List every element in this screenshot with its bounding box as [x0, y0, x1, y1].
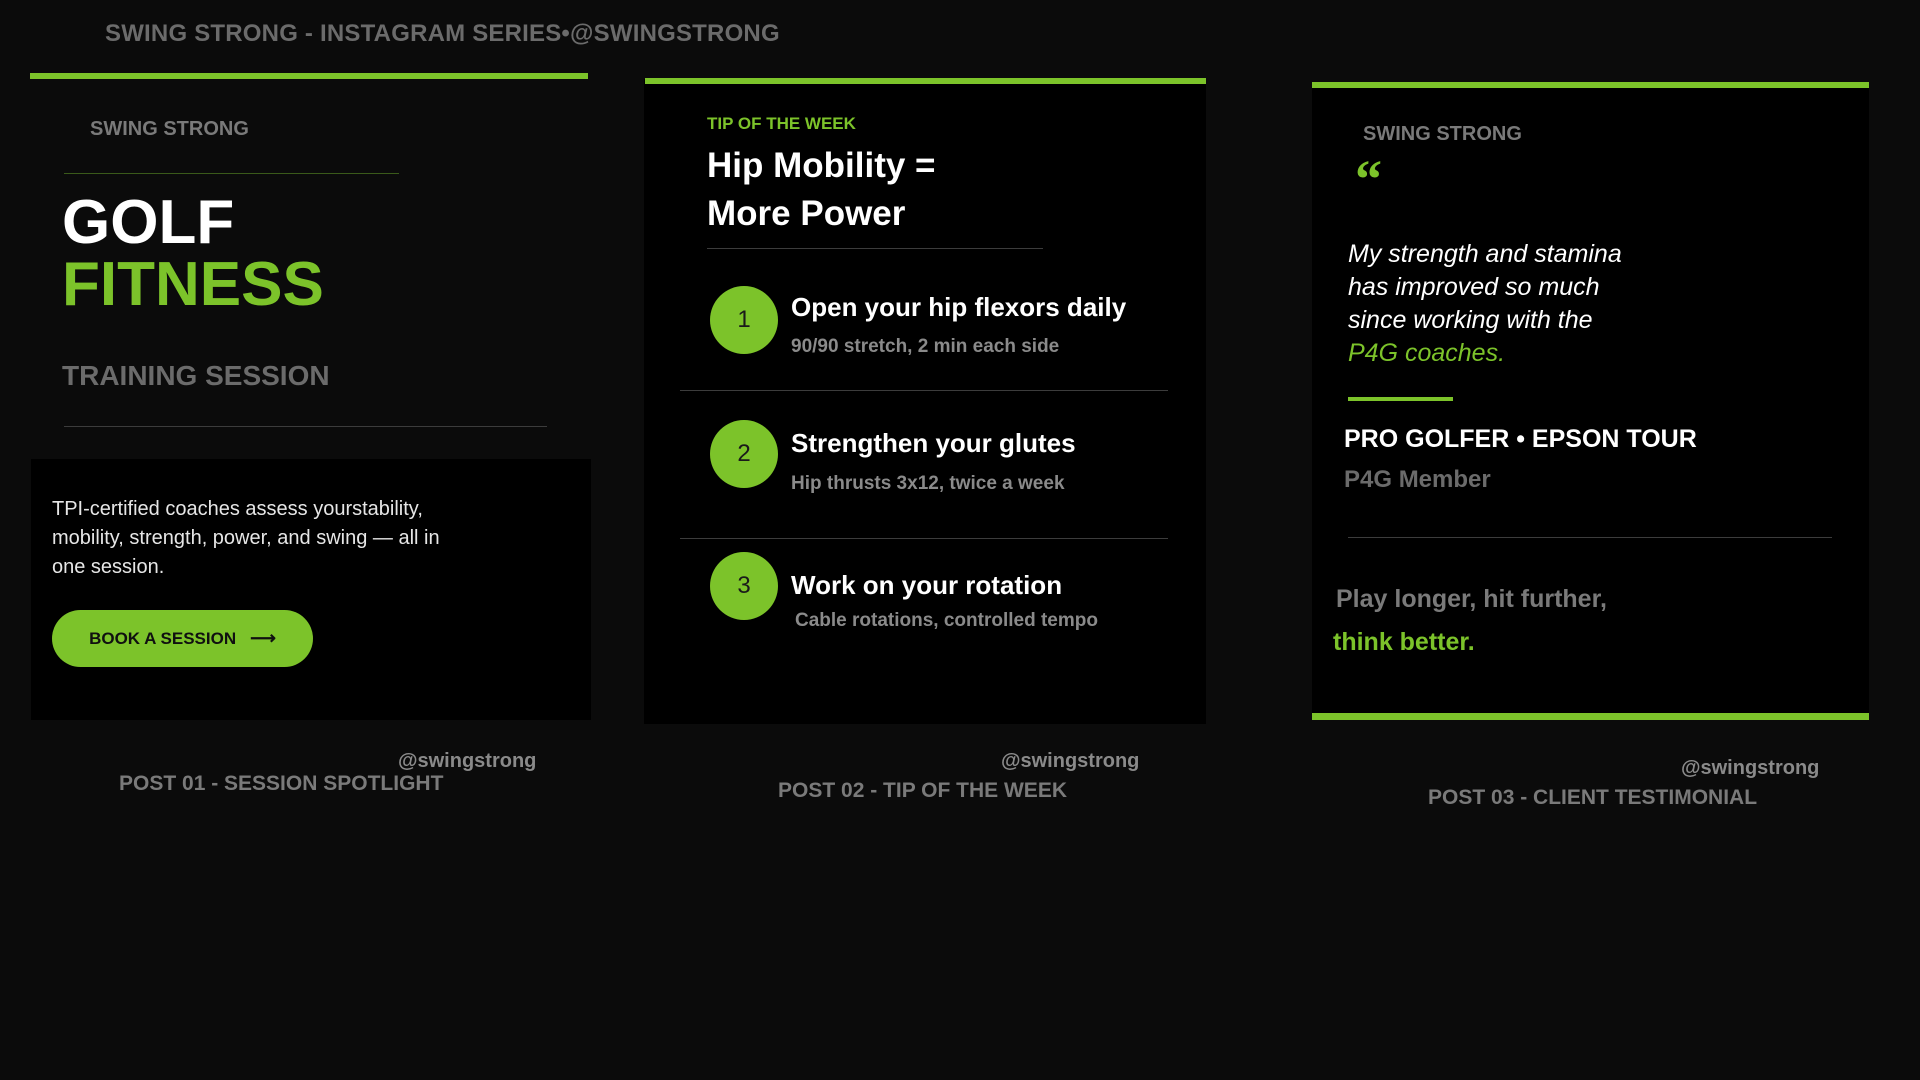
post2-top-accent-bar: [645, 78, 1206, 84]
post1-handle: @swingstrong: [398, 750, 537, 772]
post3-divider: [1348, 537, 1832, 538]
testimonial-line: My strength and stamina: [1348, 240, 1622, 268]
testimonial-quote: My strength and stamina has improved so …: [1348, 238, 1748, 370]
series-title: SWING STRONG - INSTAGRAM SERIES•@SWINGST…: [105, 20, 780, 47]
post1-headline-fitness: FITNESS: [62, 250, 324, 319]
testimonial-line: has improved so much: [1348, 273, 1600, 301]
post2-handle: @swingstrong: [1001, 750, 1140, 772]
testimonial-line: since working with the: [1348, 306, 1593, 334]
post3-top-accent-bar: [1312, 82, 1869, 88]
post1-brand: SWING STRONG: [90, 118, 249, 140]
post1-label: POST 01 - SESSION SPOTLIGHT: [119, 772, 444, 795]
book-session-button[interactable]: BOOK A SESSION ⟶: [52, 610, 313, 667]
post3-tagline-line2: think better.: [1333, 628, 1475, 656]
post1-description: TPI-certified coaches assess yourstabili…: [52, 498, 440, 578]
post3-handle: @swingstrong: [1681, 757, 1820, 779]
post1-divider-top: [64, 173, 399, 174]
post2-kicker: TIP OF THE WEEK: [707, 114, 856, 133]
testimonial-highlight: P4G coaches.: [1348, 339, 1506, 367]
post1-subheading: TRAINING SESSION: [62, 360, 330, 391]
tip-divider: [680, 390, 1168, 391]
post1-divider-bottom: [64, 426, 547, 427]
post2-title-divider: [707, 248, 1043, 249]
post2-title: Hip Mobility = More Power: [707, 142, 935, 238]
tip-title: Work on your rotation: [791, 570, 1063, 600]
post3-card: [1312, 84, 1869, 718]
testimonial-author-role: P4G Member: [1344, 466, 1491, 493]
tip-title: Open your hip flexors daily: [791, 292, 1127, 322]
post3-brand: SWING STRONG: [1363, 123, 1522, 145]
tip-number-badge: 1: [710, 286, 778, 354]
post3-bottom-accent-bar: [1312, 713, 1869, 720]
post3-label: POST 03 - CLIENT TESTIMONIAL: [1428, 786, 1758, 809]
tip-number-badge: 2: [710, 420, 778, 488]
quote-mark-icon: “: [1355, 149, 1382, 209]
post2-title-line2: More Power: [707, 194, 906, 233]
tip-detail: 90/90 stretch, 2 min each side: [791, 336, 1060, 357]
testimonial-author: PRO GOLFER • EPSON TOUR: [1344, 425, 1697, 453]
tip-number-badge: 3: [710, 552, 778, 620]
tip-title: Strengthen your glutes: [791, 428, 1076, 458]
arrow-right-icon: ⟶: [250, 628, 276, 648]
tip-detail: Cable rotations, controlled tempo: [795, 610, 1098, 631]
post3-accent-divider: [1348, 397, 1453, 401]
post1-headline-golf: GOLF: [62, 188, 235, 257]
tip-detail: Hip thrusts 3x12, twice a week: [791, 473, 1065, 494]
post2-title-line1: Hip Mobility =: [707, 146, 936, 185]
tip-divider: [680, 538, 1168, 539]
post1-top-accent-bar: [30, 73, 588, 79]
book-session-button-label: BOOK A SESSION: [89, 628, 237, 648]
post3-tagline-line1: Play longer, hit further,: [1336, 585, 1607, 613]
post2-label: POST 02 - TIP OF THE WEEK: [778, 779, 1067, 802]
